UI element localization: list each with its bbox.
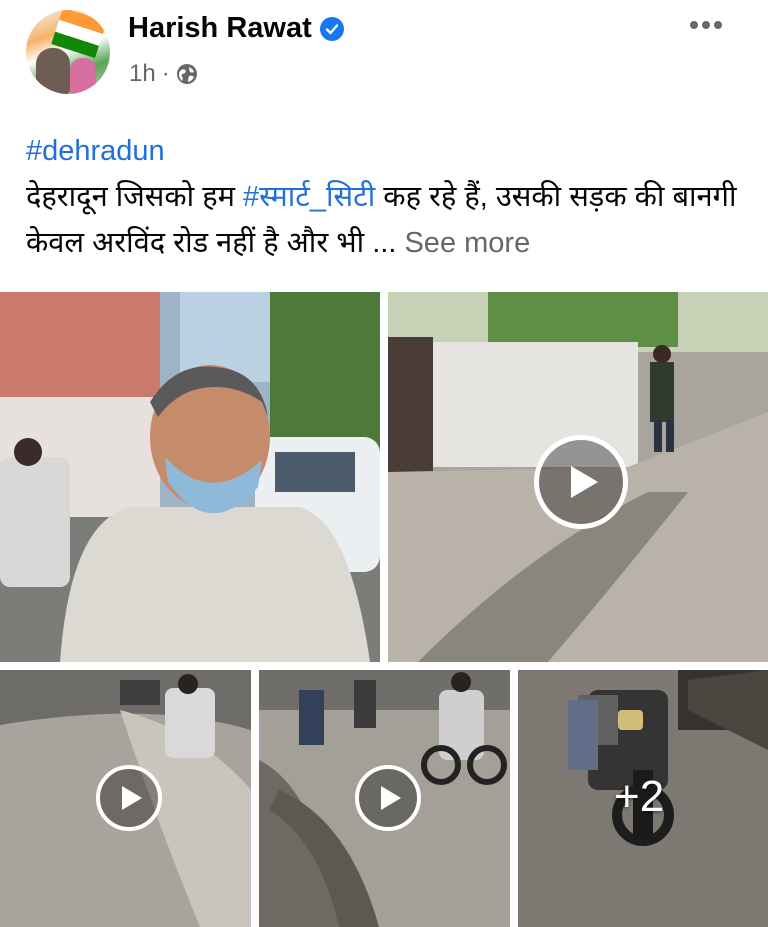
post-meta: 1h · <box>129 60 198 88</box>
globe-icon <box>176 64 197 84</box>
play-icon[interactable] <box>96 765 162 831</box>
play-icon[interactable] <box>534 435 628 529</box>
post-text: #dehradun देहरादून जिसको हम #स्मार्ट_सिट… <box>26 128 746 266</box>
verified-badge-icon <box>319 16 344 41</box>
author-row: Harish Rawat <box>128 12 344 45</box>
hashtag-link[interactable]: #dehradun <box>26 135 165 167</box>
avatar-person <box>70 58 96 94</box>
media-video-3[interactable] <box>259 670 510 927</box>
more-options-icon[interactable] <box>690 15 730 35</box>
post-header: Harish Rawat 1h · <box>0 0 768 110</box>
media-video-more[interactable]: +2 <box>518 670 768 927</box>
media-video-2[interactable] <box>0 670 251 927</box>
play-icon[interactable] <box>355 765 421 831</box>
meta-separator: · <box>161 60 170 87</box>
post-body: देहरादून जिसको हम #स्मार्ट_सिटी कह रहे ह… <box>26 174 746 266</box>
photo-image <box>0 292 380 662</box>
author-name[interactable]: Harish Rawat <box>128 12 312 45</box>
more-media-count: +2 <box>614 772 665 821</box>
post-time[interactable]: 1h <box>129 60 156 88</box>
media-grid: +2 <box>0 292 768 927</box>
hashtag-link[interactable]: #स्मार्ट_सिटी <box>243 181 375 213</box>
media-video-1[interactable] <box>388 292 768 662</box>
avatar-person <box>36 48 70 94</box>
see-more-link[interactable]: See more <box>404 227 530 259</box>
media-photo-1[interactable] <box>0 292 380 662</box>
author-avatar[interactable] <box>26 10 110 94</box>
post-text-part: देहरादून जिसको हम <box>26 181 243 213</box>
